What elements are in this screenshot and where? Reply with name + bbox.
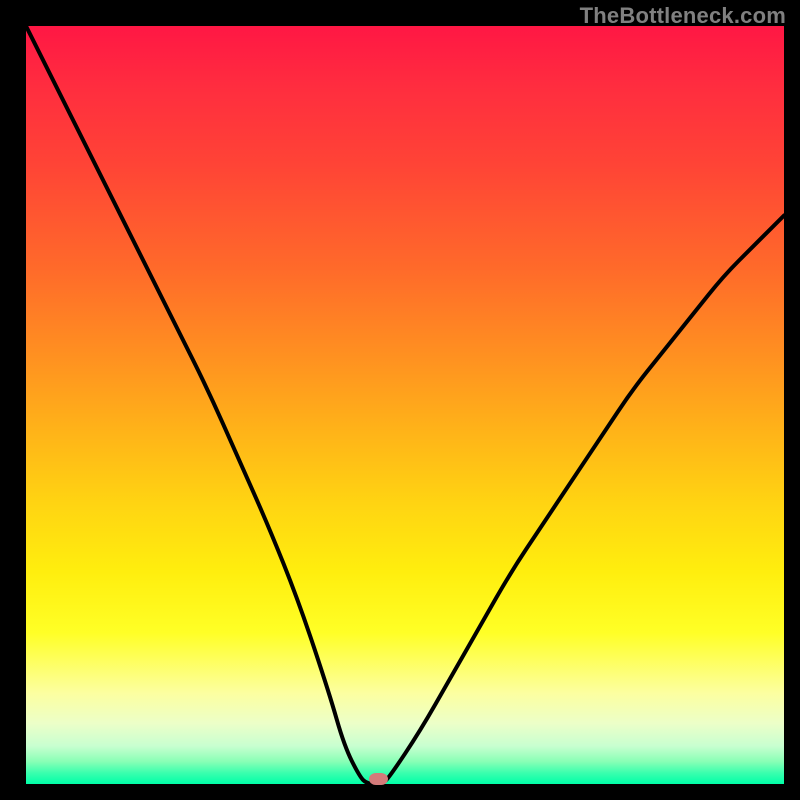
plot-area xyxy=(26,26,784,784)
bottleneck-curve xyxy=(26,26,784,784)
optimal-point-marker xyxy=(369,773,388,785)
chart-frame: TheBottleneck.com xyxy=(0,0,800,800)
